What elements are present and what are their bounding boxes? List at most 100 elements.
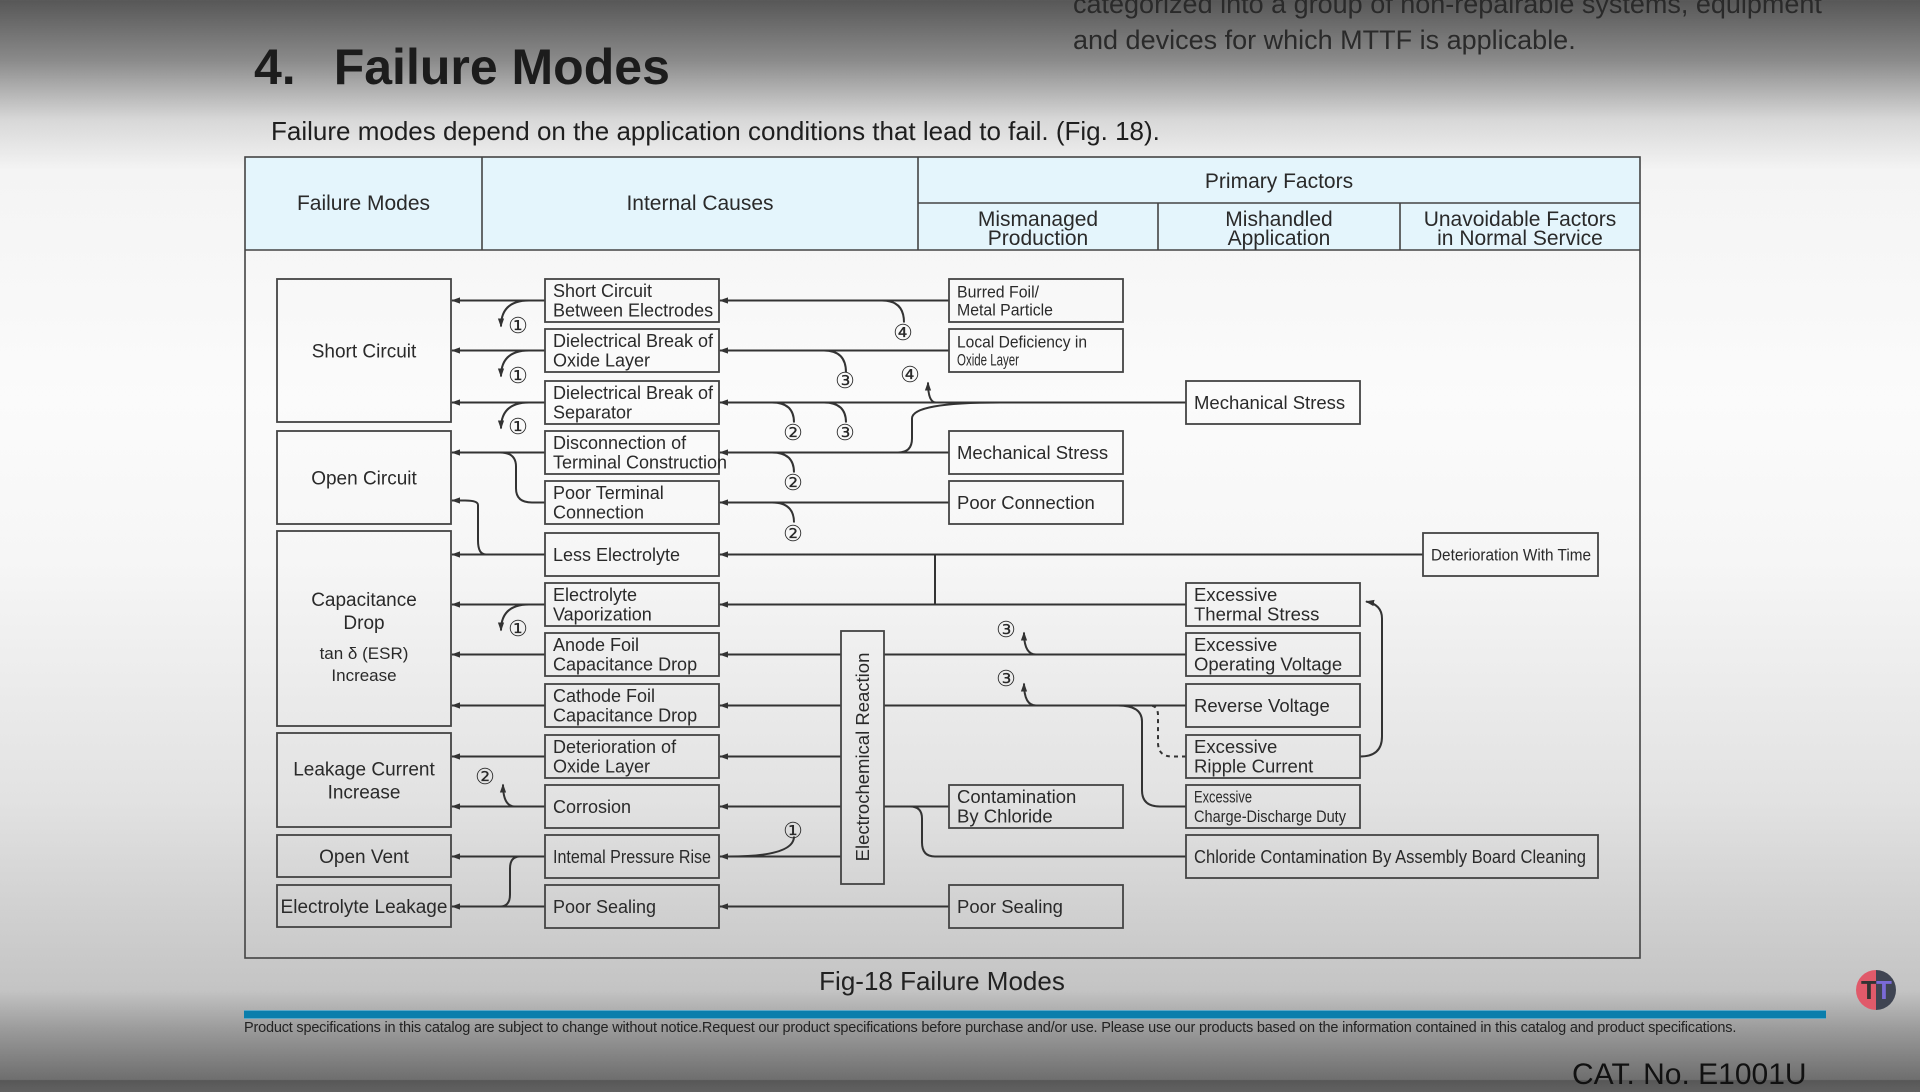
internal-cause-electrolyte-vaporization: ElectrolyteVaporization [544, 582, 720, 627]
mishandled-excessive-charge-discharge-duty-label: Excessive [1194, 789, 1252, 807]
internal-cause-dielectrical-break-of-oxide-layer: Dielectrical Break ofOxide Layer [544, 328, 720, 373]
mishandled-mechanical-stress-label: Mechanical Stress [1194, 392, 1345, 413]
connector-less-electrolyte-open [451, 497, 487, 556]
circled-number-marker: ③ [996, 666, 1016, 691]
mishandled-reverse-voltage: Reverse Voltage [1185, 683, 1361, 728]
internal-cause-cathode-foil-capacitance-drop: Cathode FoilCapacitance Drop [544, 683, 720, 728]
circled-number-marker: ④ [893, 320, 913, 345]
mishandled-excessive-ripple-current-label: Ripple Current [1194, 756, 1313, 777]
mishandled-reverse-voltage-label: Reverse Voltage [1194, 695, 1330, 716]
curved-arrow [1020, 682, 1037, 707]
internal-cause-short-circuit-between-electrodes-label: Between Electrodes [553, 301, 713, 321]
failure-mode-cap: CapacitanceDrop tan δ (ESR) Increase [276, 530, 452, 727]
mismanaged-burred-foil-metal-particle-label: Burred Foil/ [957, 283, 1039, 301]
failure-mode-leak: Leakage CurrentIncrease [276, 732, 452, 828]
failure-mode-label: Drop [343, 613, 384, 634]
failure-mode-sublabel: tan δ (ESR) [320, 644, 409, 663]
mismanaged-poor-connection: Poor Connection [948, 480, 1124, 525]
circled-number-marker: ③ [835, 420, 855, 445]
circled-number-marker: ① [508, 313, 528, 338]
internal-cause-deterioration-of-oxide-layer-label: Deterioration of [553, 737, 677, 757]
internal-cause-electrolyte-vaporization-label: Vaporization [553, 605, 652, 625]
internal-cause-poor-sealing-label: Poor Sealing [553, 897, 656, 917]
internal-cause-anode-foil-capacitance-drop-label: Anode Foil [553, 635, 639, 655]
circled-number-marker: ④ [900, 362, 920, 387]
header-internal-causes: Internal Causes [626, 192, 773, 215]
failure-mode-label: Capacitance [311, 590, 417, 611]
mismanaged-mechanical-stress: Mechanical Stress [948, 430, 1124, 475]
failure-mode-vent: Open Vent [276, 834, 452, 878]
mishandled-chloride-contamination-by-assembly-board-cleaning: Chloride Contamination By Assembly Board… [1185, 834, 1599, 879]
unavoidable-deterioration-with-time: Deterioration With Time [1422, 532, 1599, 577]
connector-ripple-to-thermal [1359, 599, 1383, 758]
mishandled-excessive-thermal-stress-label: Excessive [1194, 584, 1277, 605]
mishandled-excessive-charge-discharge-duty: ExcessiveCharge-Discharge Duty [1185, 784, 1361, 829]
arrow-marker-4 [924, 381, 937, 404]
mismanaged-local-deficiency-in-oxide-layer: Local Deficiency inOxide Layer [948, 328, 1124, 373]
internal-cause-poor-terminal-connection-label: Connection [553, 503, 644, 523]
internal-cause-dielectrical-break-of-separator-label: Separator [553, 403, 632, 423]
header-failure-modes: Failure Modes [297, 192, 430, 215]
connector-poor-terminal [499, 451, 545, 504]
internal-cause-short-circuit-between-electrodes: Short CircuitBetween Electrodes [544, 278, 720, 323]
internal-cause-disconnection-of-terminal-construction-label: Terminal Construction [553, 453, 727, 473]
logo-letter-2: T [1876, 975, 1892, 1005]
circled-number-marker: ① [508, 616, 528, 641]
accent-divider [244, 1010, 1826, 1019]
mismanaged-contamination-by-chloride-label: By Chloride [957, 806, 1053, 827]
header-mismanaged-production-line-2: Production [988, 227, 1088, 250]
failure-mode-label: Increase [328, 783, 401, 804]
circled-number-marker: ② [783, 470, 803, 495]
logo-letter-1: T [1861, 975, 1877, 1005]
failure-mode-label: Short Circuit [312, 342, 417, 363]
mismanaged-contamination-by-chloride-label: Contamination [957, 786, 1076, 807]
mishandled-chloride-contamination-by-assembly-board-cleaning-label: Chloride Contamination By Assembly Board… [1194, 846, 1586, 867]
internal-cause-poor-terminal-connection-label: Poor Terminal [553, 483, 664, 503]
header-primary-factors: Primary Factors [1205, 170, 1353, 193]
circled-number-marker: ① [508, 414, 528, 439]
mismanaged-burred-foil-metal-particle-label: Metal Particle [957, 301, 1053, 319]
failure-mode-sublabel: Increase [331, 666, 396, 685]
internal-cause-less-electrolyte-label: Less Electrolyte [553, 545, 680, 565]
mismanaged-poor-sealing: Poor Sealing [948, 884, 1124, 929]
circled-number-marker: ② [475, 764, 495, 789]
internal-cause-intemal-pressure-rise-label: Intemal Pressure Rise [553, 847, 711, 867]
connector-pressure-sealing [499, 855, 521, 908]
internal-cause-anode-foil-capacitance-drop-label: Capacitance Drop [553, 655, 697, 675]
mismanaged-burred-foil-metal-particle: Burred Foil/Metal Particle [948, 278, 1124, 323]
failure-mode-elleak: Electrolyte Leakage [276, 884, 452, 928]
mishandled-excessive-thermal-stress-label: Thermal Stress [1194, 604, 1319, 625]
header-mishandled-application-line-2: Application [1228, 227, 1331, 250]
catalog-number: CAT. No. E1001U [1572, 1058, 1807, 1091]
internal-cause-dielectrical-break-of-oxide-layer-label: Dielectrical Break of [553, 331, 714, 351]
curved-arrow [1020, 631, 1037, 656]
internal-cause-anode-foil-capacitance-drop: Anode FoilCapacitance Drop [544, 632, 720, 677]
mishandled-excessive-ripple-current-label: Excessive [1194, 736, 1277, 757]
electrochemical-reaction-label: Electrochemical Reaction [852, 653, 873, 862]
connector-ripple-current-dashed [1149, 704, 1186, 758]
internal-cause-short-circuit-between-electrodes-label: Short Circuit [553, 281, 652, 301]
circled-number-marker: ③ [835, 368, 855, 393]
mishandled-mechanical-stress: Mechanical Stress [1185, 380, 1361, 425]
internal-cause-poor-sealing: Poor Sealing [544, 884, 720, 929]
electrochemical-reaction-box: Electrochemical Reaction [840, 630, 885, 885]
internal-cause-deterioration-of-oxide-layer-label: Oxide Layer [553, 757, 650, 777]
figure-caption: Fig-18 Failure Modes [819, 966, 1065, 996]
mismanaged-poor-sealing-label: Poor Sealing [957, 896, 1063, 917]
failure-mode-open: Open Circuit [276, 430, 452, 525]
internal-cause-intemal-pressure-rise: Intemal Pressure Rise [544, 834, 720, 879]
circled-number-marker: ① [783, 818, 803, 843]
mishandled-excessive-operating-voltage: ExcessiveOperating Voltage [1185, 632, 1361, 677]
circled-number-marker: ① [508, 363, 528, 388]
internal-cause-dielectrical-break-of-separator-label: Dielectrical Break of [553, 383, 714, 403]
internal-cause-cathode-foil-capacitance-drop-label: Cathode Foil [553, 686, 655, 706]
mismanaged-poor-connection-label: Poor Connection [957, 492, 1095, 513]
failure-mode-label: Electrolyte Leakage [281, 897, 448, 918]
failure-mode-label: Open Circuit [311, 469, 417, 490]
internal-cause-corrosion-label: Corrosion [553, 797, 631, 817]
tt-channel-logo-icon[interactable]: T T [1856, 970, 1896, 1010]
disclaimer-text: Product specifications in this catalog a… [244, 1020, 1737, 1036]
internal-cause-less-electrolyte: Less Electrolyte [544, 532, 720, 577]
internal-cause-dielectrical-break-of-separator: Dielectrical Break ofSeparator [544, 380, 720, 425]
branch-hook [771, 501, 795, 523]
